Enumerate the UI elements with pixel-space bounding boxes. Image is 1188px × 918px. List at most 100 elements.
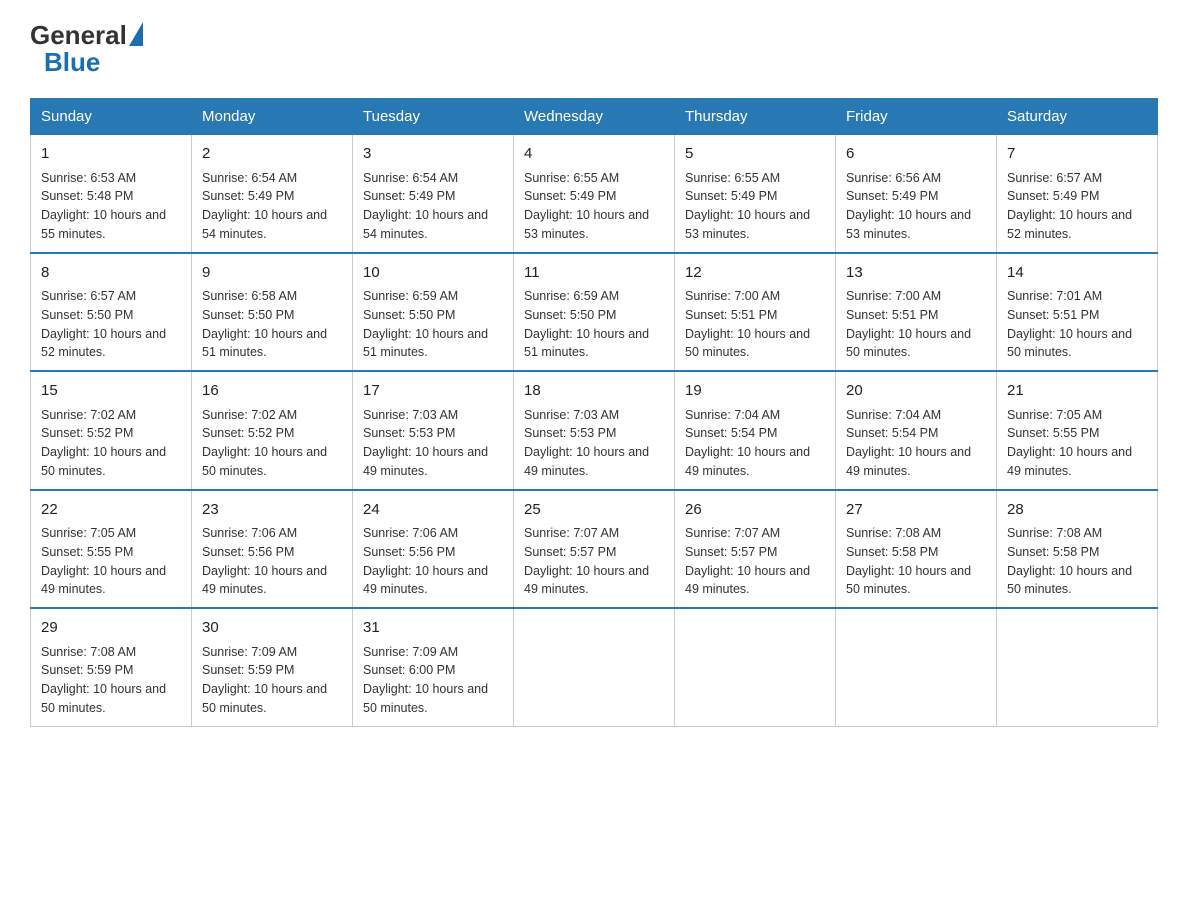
calendar-day-cell: 1 Sunrise: 6:53 AMSunset: 5:48 PMDaylight… — [31, 134, 192, 253]
day-number: 11 — [524, 262, 664, 285]
calendar-day-cell: 26Sunrise: 7:07 AMSunset: 5:57 PMDayligh… — [675, 490, 836, 609]
day-info: Sunrise: 6:59 AMSunset: 5:50 PMDaylight:… — [524, 289, 649, 359]
day-info: Sunrise: 6:56 AMSunset: 5:49 PMDaylight:… — [846, 171, 971, 241]
day-info: Sunrise: 7:09 AMSunset: 5:59 PMDaylight:… — [202, 645, 327, 715]
calendar-day-cell: 3 Sunrise: 6:54 AMSunset: 5:49 PMDaylight… — [353, 134, 514, 253]
calendar-day-cell: 29 Sunrise: 7:08 AMSunset: 5:59 PMDayligh… — [31, 608, 192, 726]
logo-blue-text: Blue — [44, 47, 100, 78]
day-number: 19 — [685, 380, 825, 403]
logo-triangle-icon — [129, 22, 143, 46]
day-number: 7 — [1007, 143, 1147, 166]
day-number: 26 — [685, 499, 825, 522]
calendar-day-cell — [675, 608, 836, 726]
day-number: 9 — [202, 262, 342, 285]
calendar-day-cell: 4 Sunrise: 6:55 AMSunset: 5:49 PMDaylight… — [514, 134, 675, 253]
day-number: 2 — [202, 143, 342, 166]
day-number: 4 — [524, 143, 664, 166]
calendar-week-row: 1 Sunrise: 6:53 AMSunset: 5:48 PMDaylight… — [31, 134, 1158, 253]
day-info: Sunrise: 7:01 AMSunset: 5:51 PMDaylight:… — [1007, 289, 1132, 359]
day-info: Sunrise: 7:06 AMSunset: 5:56 PMDaylight:… — [202, 526, 327, 596]
calendar-week-row: 22Sunrise: 7:05 AMSunset: 5:55 PMDayligh… — [31, 490, 1158, 609]
day-number: 5 — [685, 143, 825, 166]
day-info: Sunrise: 7:04 AMSunset: 5:54 PMDaylight:… — [685, 408, 810, 478]
day-number: 24 — [363, 499, 503, 522]
calendar-day-cell: 9 Sunrise: 6:58 AMSunset: 5:50 PMDaylight… — [192, 253, 353, 372]
logo: General Blue — [30, 20, 143, 78]
calendar-day-cell: 14 Sunrise: 7:01 AMSunset: 5:51 PMDayligh… — [997, 253, 1158, 372]
day-info: Sunrise: 7:08 AMSunset: 5:59 PMDaylight:… — [41, 645, 166, 715]
day-number: 23 — [202, 499, 342, 522]
day-info: Sunrise: 6:55 AMSunset: 5:49 PMDaylight:… — [685, 171, 810, 241]
calendar-day-cell: 22Sunrise: 7:05 AMSunset: 5:55 PMDayligh… — [31, 490, 192, 609]
calendar-day-cell: 20 Sunrise: 7:04 AMSunset: 5:54 PMDayligh… — [836, 371, 997, 490]
calendar-day-cell: 11 Sunrise: 6:59 AMSunset: 5:50 PMDayligh… — [514, 253, 675, 372]
weekday-header-tuesday: Tuesday — [353, 99, 514, 134]
calendar-day-cell: 18 Sunrise: 7:03 AMSunset: 5:53 PMDayligh… — [514, 371, 675, 490]
calendar-day-cell — [514, 608, 675, 726]
calendar-day-cell: 17 Sunrise: 7:03 AMSunset: 5:53 PMDayligh… — [353, 371, 514, 490]
calendar-day-cell: 16 Sunrise: 7:02 AMSunset: 5:52 PMDayligh… — [192, 371, 353, 490]
weekday-header-thursday: Thursday — [675, 99, 836, 134]
calendar-day-cell: 5 Sunrise: 6:55 AMSunset: 5:49 PMDaylight… — [675, 134, 836, 253]
day-number: 20 — [846, 380, 986, 403]
calendar-day-cell — [836, 608, 997, 726]
day-number: 31 — [363, 617, 503, 640]
day-info: Sunrise: 7:08 AMSunset: 5:58 PMDaylight:… — [1007, 526, 1132, 596]
day-number: 18 — [524, 380, 664, 403]
calendar-day-cell: 6 Sunrise: 6:56 AMSunset: 5:49 PMDaylight… — [836, 134, 997, 253]
day-number: 15 — [41, 380, 181, 403]
day-number: 16 — [202, 380, 342, 403]
day-info: Sunrise: 6:54 AMSunset: 5:49 PMDaylight:… — [363, 171, 488, 241]
calendar-day-cell: 25Sunrise: 7:07 AMSunset: 5:57 PMDayligh… — [514, 490, 675, 609]
day-number: 22 — [41, 499, 181, 522]
day-info: Sunrise: 7:08 AMSunset: 5:58 PMDaylight:… — [846, 526, 971, 596]
weekday-header-sunday: Sunday — [31, 99, 192, 134]
day-number: 29 — [41, 617, 181, 640]
day-number: 21 — [1007, 380, 1147, 403]
day-number: 6 — [846, 143, 986, 166]
day-info: Sunrise: 7:07 AMSunset: 5:57 PMDaylight:… — [524, 526, 649, 596]
weekday-header-monday: Monday — [192, 99, 353, 134]
day-info: Sunrise: 6:54 AMSunset: 5:49 PMDaylight:… — [202, 171, 327, 241]
day-number: 27 — [846, 499, 986, 522]
day-number: 13 — [846, 262, 986, 285]
calendar-day-cell: 23 Sunrise: 7:06 AMSunset: 5:56 PMDayligh… — [192, 490, 353, 609]
calendar-week-row: 8 Sunrise: 6:57 AMSunset: 5:50 PMDaylight… — [31, 253, 1158, 372]
day-number: 10 — [363, 262, 503, 285]
page-header: General Blue — [30, 20, 1158, 78]
day-info: Sunrise: 7:03 AMSunset: 5:53 PMDaylight:… — [363, 408, 488, 478]
calendar-day-cell: 8 Sunrise: 6:57 AMSunset: 5:50 PMDaylight… — [31, 253, 192, 372]
calendar-table: SundayMondayTuesdayWednesdayThursdayFrid… — [30, 98, 1158, 727]
weekday-header-wednesday: Wednesday — [514, 99, 675, 134]
day-info: Sunrise: 6:53 AMSunset: 5:48 PMDaylight:… — [41, 171, 166, 241]
weekday-header-row: SundayMondayTuesdayWednesdayThursdayFrid… — [31, 99, 1158, 134]
day-number: 1 — [41, 143, 181, 166]
calendar-day-cell: 28Sunrise: 7:08 AMSunset: 5:58 PMDayligh… — [997, 490, 1158, 609]
day-info: Sunrise: 7:06 AMSunset: 5:56 PMDaylight:… — [363, 526, 488, 596]
day-info: Sunrise: 6:55 AMSunset: 5:49 PMDaylight:… — [524, 171, 649, 241]
calendar-day-cell: 19 Sunrise: 7:04 AMSunset: 5:54 PMDayligh… — [675, 371, 836, 490]
day-number: 12 — [685, 262, 825, 285]
day-info: Sunrise: 7:02 AMSunset: 5:52 PMDaylight:… — [202, 408, 327, 478]
day-number: 8 — [41, 262, 181, 285]
calendar-week-row: 29 Sunrise: 7:08 AMSunset: 5:59 PMDayligh… — [31, 608, 1158, 726]
day-number: 14 — [1007, 262, 1147, 285]
calendar-day-cell: 31 Sunrise: 7:09 AMSunset: 6:00 PMDayligh… — [353, 608, 514, 726]
day-info: Sunrise: 6:57 AMSunset: 5:50 PMDaylight:… — [41, 289, 166, 359]
calendar-day-cell: 13 Sunrise: 7:00 AMSunset: 5:51 PMDayligh… — [836, 253, 997, 372]
calendar-day-cell: 15Sunrise: 7:02 AMSunset: 5:52 PMDayligh… — [31, 371, 192, 490]
day-info: Sunrise: 7:05 AMSunset: 5:55 PMDaylight:… — [1007, 408, 1132, 478]
day-number: 3 — [363, 143, 503, 166]
day-info: Sunrise: 7:04 AMSunset: 5:54 PMDaylight:… — [846, 408, 971, 478]
calendar-day-cell: 10Sunrise: 6:59 AMSunset: 5:50 PMDayligh… — [353, 253, 514, 372]
day-info: Sunrise: 7:00 AMSunset: 5:51 PMDaylight:… — [846, 289, 971, 359]
day-info: Sunrise: 7:03 AMSunset: 5:53 PMDaylight:… — [524, 408, 649, 478]
calendar-day-cell: 30Sunrise: 7:09 AMSunset: 5:59 PMDayligh… — [192, 608, 353, 726]
calendar-day-cell: 12 Sunrise: 7:00 AMSunset: 5:51 PMDayligh… — [675, 253, 836, 372]
day-info: Sunrise: 6:58 AMSunset: 5:50 PMDaylight:… — [202, 289, 327, 359]
day-info: Sunrise: 7:09 AMSunset: 6:00 PMDaylight:… — [363, 645, 488, 715]
day-info: Sunrise: 7:00 AMSunset: 5:51 PMDaylight:… — [685, 289, 810, 359]
day-number: 17 — [363, 380, 503, 403]
calendar-day-cell — [997, 608, 1158, 726]
calendar-day-cell: 21 Sunrise: 7:05 AMSunset: 5:55 PMDayligh… — [997, 371, 1158, 490]
